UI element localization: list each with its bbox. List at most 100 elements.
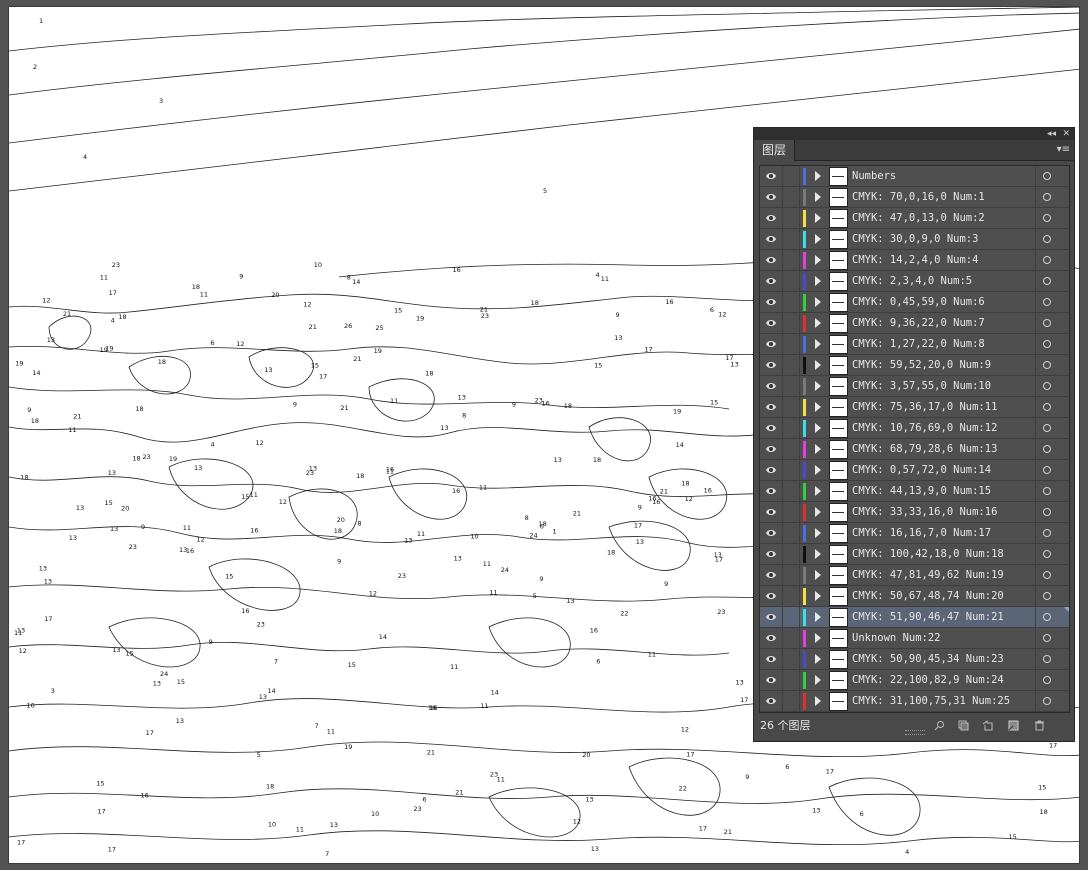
layer-row[interactable]: CMYK: 0,45,59,0 Num:6 [760, 292, 1069, 313]
expand-arrow-icon[interactable] [815, 612, 821, 622]
expand-arrow-icon[interactable] [815, 171, 821, 181]
target-circle-icon[interactable] [1043, 424, 1051, 432]
target-circle-icon[interactable] [1043, 634, 1051, 642]
layer-row[interactable]: CMYK: 51,90,46,47 Num:21 [760, 607, 1069, 628]
layer-name[interactable]: CMYK: 47,81,49,62 Num:19 [852, 565, 1004, 586]
layer-name[interactable]: CMYK: 59,52,20,0 Num:9 [852, 355, 991, 376]
panel-titlebar[interactable]: ◂◂ ✕ [754, 128, 1074, 140]
eye-icon[interactable] [766, 171, 776, 181]
layer-name[interactable]: CMYK: 14,2,4,0 Num:4 [852, 250, 978, 271]
target-circle-icon[interactable] [1043, 508, 1051, 516]
close-panel-icon[interactable]: ✕ [1062, 128, 1070, 140]
expand-arrow-icon[interactable] [815, 276, 821, 286]
eye-icon[interactable] [766, 444, 776, 454]
layer-name[interactable]: CMYK: 3,57,55,0 Num:10 [852, 376, 991, 397]
eye-icon[interactable] [766, 465, 776, 475]
target-circle-icon[interactable] [1043, 592, 1051, 600]
eye-icon[interactable] [766, 255, 776, 265]
layer-name[interactable]: CMYK: 16,16,7,0 Num:17 [852, 523, 991, 544]
collapse-panel-icon[interactable]: ◂◂ [1047, 128, 1056, 140]
expand-arrow-icon[interactable] [815, 528, 821, 538]
eye-icon[interactable] [766, 339, 776, 349]
layer-row[interactable]: CMYK: 47,81,49,62 Num:19 [760, 565, 1069, 586]
target-circle-icon[interactable] [1043, 613, 1051, 621]
layer-row[interactable]: CMYK: 0,57,72,0 Num:14 [760, 460, 1069, 481]
layer-row[interactable]: CMYK: 1,27,22,0 Num:8 [760, 334, 1069, 355]
layer-name[interactable]: CMYK: 10,76,69,0 Num:12 [852, 418, 997, 439]
target-circle-icon[interactable] [1043, 256, 1051, 264]
expand-arrow-icon[interactable] [815, 255, 821, 265]
target-circle-icon[interactable] [1043, 445, 1051, 453]
layer-row[interactable]: Numbers [760, 166, 1069, 187]
target-circle-icon[interactable] [1043, 487, 1051, 495]
layer-name[interactable]: CMYK: 30,0,9,0 Num:3 [852, 229, 978, 250]
layer-name[interactable]: CMYK: 44,13,9,0 Num:15 [852, 481, 991, 502]
expand-arrow-icon[interactable] [815, 318, 821, 328]
layer-name[interactable]: CMYK: 33,33,16,0 Num:16 [852, 502, 997, 523]
layer-name[interactable]: Numbers [852, 166, 896, 187]
expand-arrow-icon[interactable] [815, 402, 821, 412]
panel-menu-icon[interactable]: ▾≡ [1057, 144, 1070, 156]
layer-row[interactable]: CMYK: 75,36,17,0 Num:11 [760, 397, 1069, 418]
eye-icon[interactable] [766, 192, 776, 202]
expand-arrow-icon[interactable] [815, 360, 821, 370]
target-circle-icon[interactable] [1043, 172, 1051, 180]
expand-arrow-icon[interactable] [815, 381, 821, 391]
target-circle-icon[interactable] [1043, 676, 1051, 684]
layer-name[interactable]: CMYK: 0,45,59,0 Num:6 [852, 292, 985, 313]
layer-row[interactable]: CMYK: 30,0,9,0 Num:3 [760, 229, 1069, 250]
target-circle-icon[interactable] [1043, 529, 1051, 537]
eye-icon[interactable] [766, 276, 776, 286]
eye-icon[interactable] [766, 423, 776, 433]
target-circle-icon[interactable] [1043, 193, 1051, 201]
layer-row[interactable]: CMYK: 10,76,69,0 Num:12 [760, 418, 1069, 439]
trash-icon[interactable] [1034, 720, 1045, 731]
layer-row[interactable]: CMYK: 22,100,82,9 Num:24 [760, 670, 1069, 691]
resize-grip[interactable] [905, 730, 925, 735]
eye-icon[interactable] [766, 318, 776, 328]
layer-name[interactable]: CMYK: 31,100,75,31 Num:25 [852, 691, 1010, 712]
layer-name[interactable]: CMYK: 51,90,46,47 Num:21 [852, 607, 1004, 628]
expand-arrow-icon[interactable] [815, 696, 821, 706]
eye-icon[interactable] [766, 297, 776, 307]
eye-icon[interactable] [766, 570, 776, 580]
layer-row[interactable]: CMYK: 68,79,28,6 Num:13 [760, 439, 1069, 460]
layer-row[interactable]: CMYK: 14,2,4,0 Num:4 [760, 250, 1069, 271]
eye-icon[interactable] [766, 381, 776, 391]
target-circle-icon[interactable] [1043, 403, 1051, 411]
layer-row[interactable]: CMYK: 31,100,75,31 Num:25 [760, 691, 1069, 712]
target-circle-icon[interactable] [1043, 298, 1051, 306]
layer-name[interactable]: CMYK: 100,42,18,0 Num:18 [852, 544, 1004, 565]
expand-arrow-icon[interactable] [815, 234, 821, 244]
layer-name[interactable]: CMYK: 22,100,82,9 Num:24 [852, 670, 1004, 691]
target-circle-icon[interactable] [1043, 382, 1051, 390]
eye-icon[interactable] [766, 654, 776, 664]
layer-row[interactable]: CMYK: 3,57,55,0 Num:10 [760, 376, 1069, 397]
expand-arrow-icon[interactable] [815, 423, 821, 433]
layer-name[interactable]: CMYK: 68,79,28,6 Num:13 [852, 439, 997, 460]
expand-arrow-icon[interactable] [815, 507, 821, 517]
layer-list[interactable]: Numbers CMYK: 70,0,16,0 Num:1 CMYK: 47,0,1… [759, 165, 1070, 713]
target-circle-icon[interactable] [1043, 550, 1051, 558]
layer-name[interactable]: CMYK: 75,36,17,0 Num:11 [852, 397, 997, 418]
eye-icon[interactable] [766, 696, 776, 706]
layer-row[interactable]: CMYK: 50,67,48,74 Num:20 [760, 586, 1069, 607]
layer-name[interactable]: CMYK: 0,57,72,0 Num:14 [852, 460, 991, 481]
eye-icon[interactable] [766, 612, 776, 622]
layer-name[interactable]: CMYK: 70,0,16,0 Num:1 [852, 187, 985, 208]
eye-icon[interactable] [766, 402, 776, 412]
expand-arrow-icon[interactable] [815, 297, 821, 307]
expand-arrow-icon[interactable] [815, 549, 821, 559]
layer-row[interactable]: CMYK: 59,52,20,0 Num:9 [760, 355, 1069, 376]
target-circle-icon[interactable] [1043, 319, 1051, 327]
eye-icon[interactable] [766, 549, 776, 559]
layer-row[interactable]: CMYK: 70,0,16,0 Num:1 [760, 187, 1069, 208]
layer-name[interactable]: CMYK: 50,67,48,74 Num:20 [852, 586, 1004, 607]
tab-layers[interactable]: 图层 [754, 140, 796, 161]
layer-name[interactable]: CMYK: 47,0,13,0 Num:2 [852, 208, 985, 229]
layer-row[interactable]: CMYK: 9,36,22,0 Num:7 [760, 313, 1069, 334]
layer-row[interactable]: CMYK: 100,42,18,0 Num:18 [760, 544, 1069, 565]
eye-icon[interactable] [766, 528, 776, 538]
layer-name[interactable]: CMYK: 2,3,4,0 Num:5 [852, 271, 972, 292]
clip-mask-icon[interactable] [982, 720, 993, 731]
